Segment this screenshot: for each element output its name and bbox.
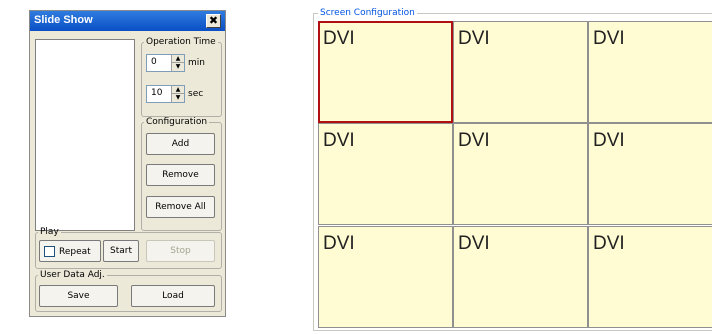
cell-label: DVI: [323, 130, 355, 151]
spin-arrows-icon[interactable]: ▲ ▼: [171, 55, 184, 71]
operation-time-legend: Operation Time: [146, 37, 216, 47]
dialog-title: Slide Show: [34, 14, 93, 26]
remove-button[interactable]: Remove: [146, 164, 215, 186]
stop-button[interactable]: Stop: [146, 240, 215, 262]
seconds-value[interactable]: 10: [151, 88, 162, 98]
cell-label: DVI: [593, 233, 625, 254]
slide-show-dialog: Slide Show ✖ Operation Time 0 ▲ ▼ min 10…: [29, 10, 226, 317]
cell-label: DVI: [593, 28, 625, 49]
screen-cell[interactable]: DVI: [588, 21, 712, 123]
cell-label: DVI: [458, 130, 490, 151]
load-button[interactable]: Load: [131, 285, 215, 307]
screen-configuration-title: Screen Configuration: [318, 8, 417, 18]
dialog-title-bar[interactable]: Slide Show ✖: [30, 11, 225, 31]
slide-list[interactable]: [35, 39, 135, 231]
configuration-legend: Configuration: [146, 117, 208, 127]
close-icon[interactable]: ✖: [206, 14, 221, 28]
spin-up-icon[interactable]: ▲: [172, 86, 184, 94]
spin-down-icon[interactable]: ▼: [172, 94, 184, 102]
checkbox-icon[interactable]: [44, 246, 55, 257]
screen-cell[interactable]: DVI: [588, 226, 712, 328]
seconds-stepper[interactable]: 10 ▲ ▼: [146, 85, 185, 103]
spin-down-icon[interactable]: ▼: [172, 63, 184, 71]
operation-time-group: Operation Time: [141, 37, 222, 117]
cell-label: DVI: [458, 233, 490, 254]
minutes-stepper[interactable]: 0 ▲ ▼: [146, 54, 185, 72]
remove-all-button[interactable]: Remove All: [146, 196, 215, 218]
add-button[interactable]: Add: [146, 133, 215, 155]
screen-cell[interactable]: DVI: [318, 123, 453, 225]
spin-up-icon[interactable]: ▲: [172, 55, 184, 63]
minutes-unit: min: [188, 58, 205, 68]
seconds-unit: sec: [188, 89, 204, 99]
cell-label: DVI: [458, 28, 490, 49]
screen-cell[interactable]: DVI: [453, 226, 588, 328]
spin-arrows-icon[interactable]: ▲ ▼: [171, 86, 184, 102]
screen-cell[interactable]: DVI: [588, 123, 712, 225]
cell-label: DVI: [593, 130, 625, 151]
minutes-value[interactable]: 0: [151, 57, 157, 67]
screen-cell[interactable]: DVI: [318, 21, 453, 123]
repeat-label[interactable]: Repeat: [59, 247, 91, 257]
cell-label: DVI: [323, 233, 355, 254]
user-data-legend: User Data Adj.: [40, 270, 105, 280]
save-button[interactable]: Save: [39, 285, 118, 307]
screen-cell[interactable]: DVI: [453, 21, 588, 123]
play-legend: Play: [40, 227, 59, 237]
screen-cell[interactable]: DVI: [318, 226, 453, 328]
start-button[interactable]: Start: [103, 240, 139, 262]
screen-cell[interactable]: DVI: [453, 123, 588, 225]
cell-label: DVI: [323, 28, 355, 49]
